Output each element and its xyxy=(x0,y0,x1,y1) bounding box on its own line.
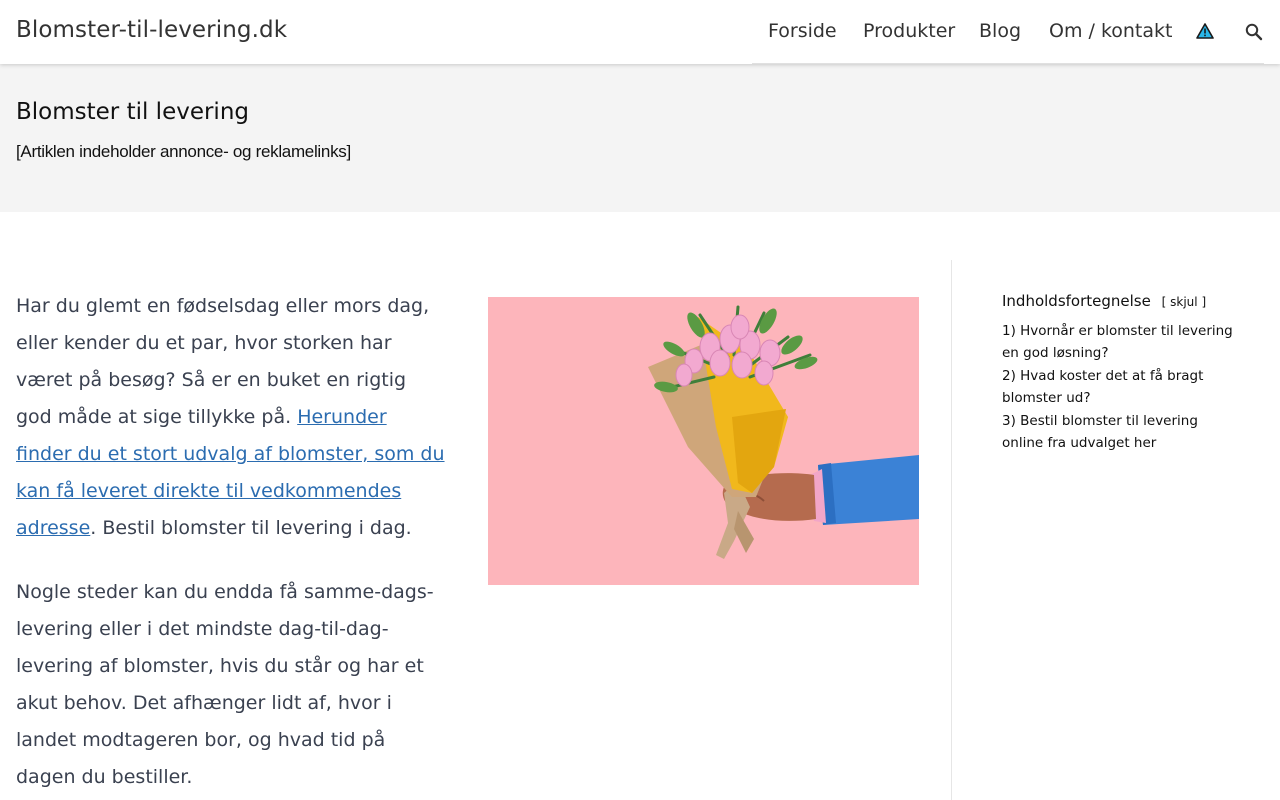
toc-bracket: ] xyxy=(1201,295,1207,309)
table-of-contents: Indholdsfortegnelse [ skjul ] 1) Hvornår… xyxy=(1002,292,1242,455)
toc-item: 2) Hvad koster det at få bragt blomster … xyxy=(1002,365,1242,409)
nav-item-produkter[interactable]: Produkter xyxy=(863,20,955,42)
toc-list: 1) Hvornår er blomster til levering en g… xyxy=(1002,320,1242,454)
toc-item-link[interactable]: 1) Hvornår er blomster til levering en g… xyxy=(1002,323,1233,361)
toc-item-label: Hvornår er blomster til levering en god … xyxy=(1002,323,1233,361)
toc-header: Indholdsfortegnelse [ skjul ] xyxy=(1002,292,1242,310)
paragraph-text: . Bestil blomster til levering i dag. xyxy=(90,517,412,539)
nav-item-blog[interactable]: Blog xyxy=(979,20,1021,42)
ad-disclaimer: [Artiklen indeholder annonce- og reklame… xyxy=(16,142,351,161)
site-header: Blomster-til-levering.dk Forside Produkt… xyxy=(0,0,1280,64)
toc-item-label: Hvad koster det at få bragt blomster ud? xyxy=(1002,368,1204,406)
toc-item: 1) Hvornår er blomster til levering en g… xyxy=(1002,320,1242,364)
search-icon[interactable] xyxy=(1244,22,1264,42)
toc-hide-button[interactable]: skjul xyxy=(1170,295,1197,309)
nav-item-om-kontakt[interactable]: Om / kontakt xyxy=(1049,20,1172,42)
article-body: Har du glemt en fødselsdag eller mors da… xyxy=(16,288,446,800)
toc-item-label: Bestil blomster til levering online fra … xyxy=(1002,413,1198,451)
article-paragraph-2: Nogle steder kan du endda få samme-dags-… xyxy=(16,581,434,788)
site-title[interactable]: Blomster-til-levering.dk xyxy=(16,17,287,43)
toc-item-link[interactable]: 2) Hvad koster det at få bragt blomster … xyxy=(1002,368,1203,406)
toc-toggle: [ skjul ] xyxy=(1162,295,1207,309)
toc-title: Indholdsfortegnelse xyxy=(1002,292,1151,310)
flower-bouquet-image xyxy=(488,297,919,585)
toc-bracket: [ xyxy=(1161,295,1167,309)
main-nav: Forside Produkter Blog Om / kontakt xyxy=(752,0,1264,64)
sidebar-divider xyxy=(951,260,952,800)
toc-item-number: 1) xyxy=(1002,323,1016,339)
toc-item-number: 3) xyxy=(1002,413,1016,429)
warning-triangle-icon[interactable] xyxy=(1196,23,1214,39)
article-paragraph-1: Har du glemt en fødselsdag eller mors da… xyxy=(16,288,446,547)
toc-item-link[interactable]: 3) Bestil blomster til levering online f… xyxy=(1002,413,1198,451)
toc-item-number: 2) xyxy=(1002,368,1016,384)
nav-item-forside[interactable]: Forside xyxy=(768,20,837,42)
page-hero: Blomster til levering [Artiklen indehold… xyxy=(0,64,1280,212)
toc-item: 3) Bestil blomster til levering online f… xyxy=(1002,410,1242,454)
page-title: Blomster til levering xyxy=(16,99,249,125)
